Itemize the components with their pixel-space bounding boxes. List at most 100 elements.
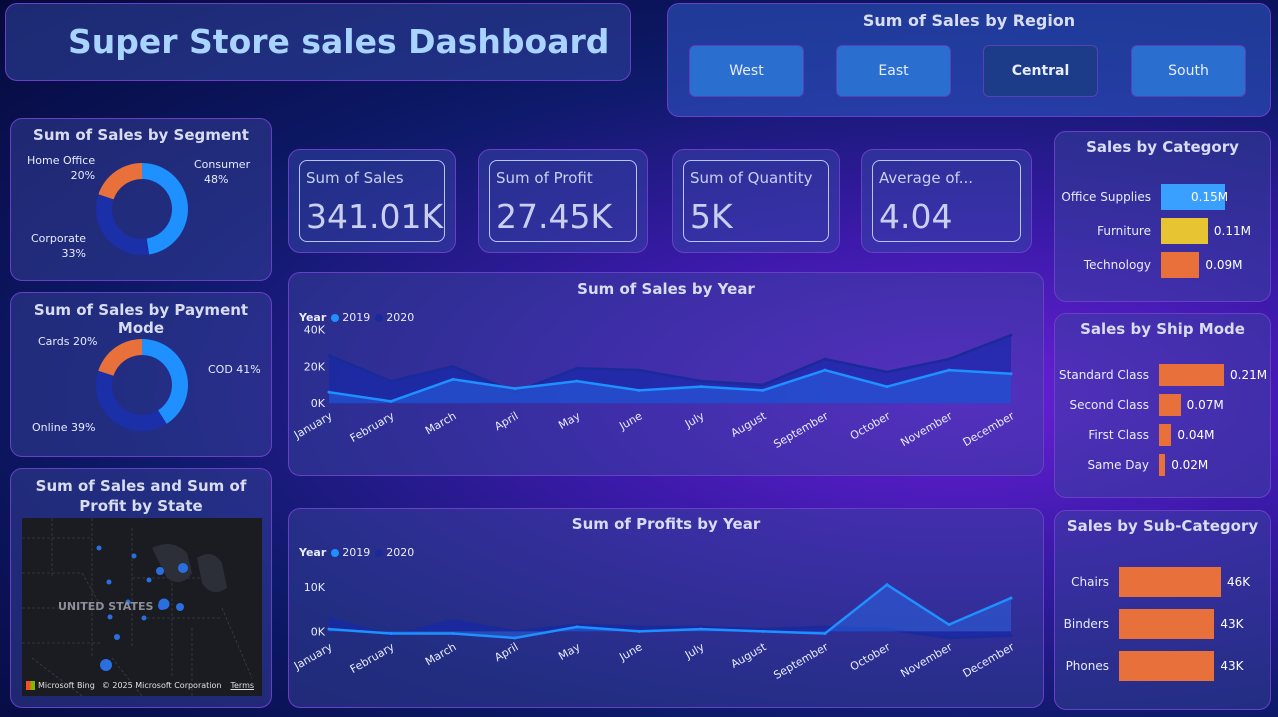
map-lake	[197, 554, 227, 592]
donut-slice-cod[interactable]	[142, 339, 188, 424]
bar-category-label: Phones	[1065, 659, 1109, 673]
point-2019[interactable]	[637, 629, 641, 633]
bar[interactable]	[1119, 651, 1215, 681]
point-2020[interactable]	[761, 383, 765, 387]
point-2019[interactable]	[761, 388, 765, 392]
point-2019[interactable]	[389, 632, 393, 636]
x-tick-label: April	[492, 640, 520, 664]
point-2019[interactable]	[575, 379, 579, 383]
map-attribution: Microsoft Bing © 2025 Microsoft Corporat…	[26, 681, 254, 690]
subcategory-title: Sales by Sub-Category	[1066, 517, 1259, 535]
point-2020[interactable]	[1009, 333, 1013, 337]
map-terms-link[interactable]: Terms	[230, 681, 254, 690]
point-2020[interactable]	[823, 357, 827, 361]
region-slicer: Sum of Sales by Region West East Central…	[667, 3, 1271, 117]
bar[interactable]	[1161, 252, 1200, 278]
kpi-card-profit[interactable]: Sum of Profit 27.45K	[478, 149, 648, 253]
point-2019[interactable]	[699, 385, 703, 389]
point-2019[interactable]	[823, 632, 827, 636]
payment-label-cards: Cards 20%	[38, 335, 98, 348]
kpi-value: 27.45K	[496, 197, 613, 236]
bar[interactable]	[1159, 394, 1181, 416]
region-button-south[interactable]: South	[1131, 45, 1246, 97]
point-2019[interactable]	[761, 629, 765, 633]
segment-donut-panel[interactable]: Sum of Sales by Segment Consumer 48% Hom…	[10, 118, 272, 281]
point-2019[interactable]	[451, 377, 455, 381]
bar-category-label: Chairs	[1071, 575, 1109, 589]
y-tick-label: 20K	[304, 360, 326, 373]
donut-slice-home-office[interactable]	[98, 163, 142, 200]
map-canvas[interactable]: UNITED STATES Microsoft Bing © 2025 Micr…	[22, 518, 262, 696]
bar-category-label: Standard Class	[1059, 368, 1149, 382]
y-tick-label: 40K	[304, 324, 326, 337]
map-svg: UNITED STATES	[22, 518, 253, 696]
point-2020[interactable]	[637, 368, 641, 372]
bar[interactable]	[1159, 364, 1224, 386]
donut-slice-online[interactable]	[96, 370, 167, 431]
x-tick-label: September	[771, 409, 831, 451]
point-2019[interactable]	[823, 368, 827, 372]
point-2020[interactable]	[823, 625, 827, 629]
point-2019[interactable]	[575, 625, 579, 629]
donut-slice-corporate[interactable]	[96, 194, 150, 255]
point-2019[interactable]	[1009, 372, 1013, 376]
region-button-west[interactable]: West	[689, 45, 804, 97]
category-panel[interactable]: Sales by Category Office Supplies 0.15M Fu…	[1054, 131, 1271, 302]
shipmode-panel[interactable]: Sales by Ship Mode Standard Class 0.21M Se…	[1054, 313, 1271, 498]
donut-slice-consumer[interactable]	[142, 163, 189, 255]
state-map-panel[interactable]: Sum of Sales and Sum of Profit by State …	[10, 468, 272, 708]
y-tick-label: 0K	[311, 397, 326, 410]
point-2020[interactable]	[575, 366, 579, 370]
point-2020[interactable]	[451, 618, 455, 622]
bar[interactable]	[1159, 454, 1166, 476]
point-2019[interactable]	[389, 399, 393, 403]
point-2019[interactable]	[947, 368, 951, 372]
point-2019[interactable]	[885, 385, 889, 389]
kpi-card-sales[interactable]: Sum of Sales 341.01K	[288, 149, 456, 253]
point-2020[interactable]	[885, 370, 889, 374]
point-2019[interactable]	[327, 390, 331, 394]
point-2019[interactable]	[327, 627, 331, 631]
point-2020[interactable]	[947, 636, 951, 640]
point-2019[interactable]	[699, 627, 703, 631]
point-2020[interactable]	[1009, 634, 1013, 638]
bar-value-label: 0.11M	[1213, 224, 1251, 238]
profit-by-year-panel[interactable]: Sum of Profits by Year Year 2019 2020 10K 0…	[288, 508, 1044, 708]
point-2019[interactable]	[1009, 596, 1013, 600]
bar-category-label: Same Day	[1087, 458, 1149, 472]
region-button-east[interactable]: East	[836, 45, 951, 97]
bar[interactable]	[1159, 424, 1172, 446]
y-tick-label: 0K	[311, 625, 326, 638]
payment-donut-panel[interactable]: Sum of Sales by Payment Mode COD 41% Onl…	[10, 292, 272, 457]
point-2020[interactable]	[327, 353, 331, 357]
microsoft-logo-icon	[26, 681, 35, 690]
point-2019[interactable]	[947, 623, 951, 627]
bar[interactable]	[1161, 218, 1208, 244]
point-2019[interactable]	[885, 583, 889, 587]
x-tick-label: December	[961, 409, 1017, 449]
point-2019[interactable]	[513, 636, 517, 640]
x-tick-label: July	[682, 409, 707, 431]
point-2020[interactable]	[451, 364, 455, 368]
sales-by-year-panel[interactable]: Sum of Sales by Year Year 2019 2020 40K 20K…	[288, 272, 1044, 476]
kpi-label: Sum of Quantity	[690, 169, 813, 187]
point-2020[interactable]	[389, 379, 393, 383]
point-2020[interactable]	[699, 379, 703, 383]
kpi-label: Average of...	[879, 169, 974, 187]
point-2020[interactable]	[947, 357, 951, 361]
subcategory-panel[interactable]: Sales by Sub-Category Chairs 46K Binders 43…	[1054, 510, 1271, 710]
donut-slice-cards[interactable]	[98, 339, 142, 376]
region-button-central[interactable]: Central	[983, 45, 1098, 97]
point-2019[interactable]	[513, 387, 517, 390]
point-2019[interactable]	[451, 632, 455, 636]
point-2019[interactable]	[637, 388, 641, 392]
bar[interactable]	[1119, 609, 1215, 639]
point-2020[interactable]	[637, 625, 641, 629]
bar-value-label: 43K	[1220, 659, 1244, 673]
kpi-card-average[interactable]: Average of... 4.04	[861, 149, 1032, 253]
bar[interactable]	[1119, 567, 1221, 597]
point-2020[interactable]	[327, 616, 331, 620]
kpi-card-quantity[interactable]: Sum of Quantity 5K	[672, 149, 840, 253]
bar-value-label: 0.15M	[1191, 190, 1229, 204]
bar-value-label: 0.04M	[1177, 428, 1215, 442]
